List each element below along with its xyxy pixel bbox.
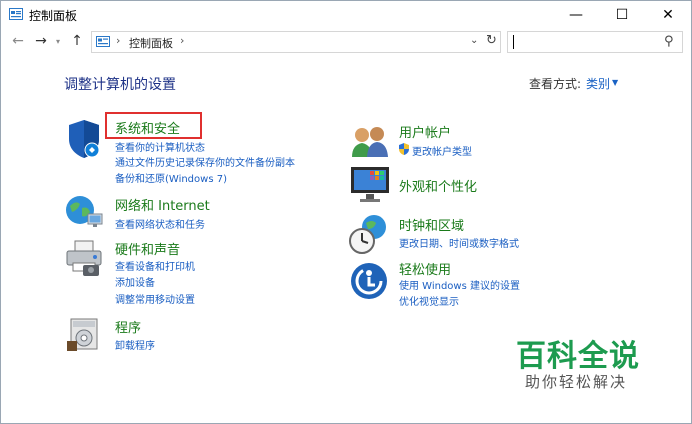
up-arrow-icon[interactable]: ↑ (68, 32, 86, 50)
category-title-appearance[interactable]: 外观和个性化 (399, 176, 477, 195)
control-panel-location-icon (96, 36, 110, 47)
forward-arrow-icon[interactable]: → (32, 32, 50, 50)
window-title: 控制面板 (29, 9, 78, 23)
link-add-device[interactable]: 添加设备 (115, 274, 155, 289)
category-title-clock-region[interactable]: 时钟和区域 (399, 215, 464, 234)
programs-icon[interactable] (67, 315, 103, 353)
view-by-label: 查看方式: (529, 77, 582, 91)
close-button[interactable]: ✕ (645, 1, 691, 29)
search-input[interactable]: ⚲ (507, 31, 683, 53)
breadcrumb-control-panel[interactable]: 控制面板 (129, 35, 173, 51)
minimize-button[interactable]: — (553, 1, 599, 29)
category-title-programs[interactable]: 程序 (115, 317, 141, 336)
search-icon[interactable]: ⚲ (664, 34, 674, 49)
refresh-icon[interactable]: ↻ (486, 33, 497, 48)
printer-icon[interactable] (65, 239, 105, 277)
category-title-hardware-sound[interactable]: 硬件和声音 (115, 239, 180, 258)
category-title-network-internet[interactable]: 网络和 Internet (115, 195, 210, 214)
view-by-dropdown[interactable]: 类别 (586, 75, 610, 92)
category-title-system-security[interactable]: 系统和安全 (115, 118, 180, 137)
maximize-button[interactable]: ☐ (599, 1, 645, 29)
back-arrow-icon[interactable]: ← (9, 32, 27, 50)
breadcrumb-separator[interactable]: › (116, 34, 120, 47)
page-title: 调整计算机的设置 (64, 77, 176, 93)
shield-icon[interactable] (65, 119, 103, 159)
link-file-history-backup[interactable]: 通过文件历史记录保存你的文件备份副本 (115, 154, 295, 169)
view-by-chevron-down-icon[interactable]: ▼ (612, 78, 618, 87)
uac-shield-icon (399, 143, 409, 155)
category-title-user-accounts[interactable]: 用户帐户 (399, 122, 451, 141)
link-change-account-type[interactable]: 更改帐户类型 (412, 143, 472, 158)
link-mobility-settings[interactable]: 调整常用移动设置 (115, 291, 195, 306)
link-devices-printers[interactable]: 查看设备和打印机 (115, 258, 195, 273)
link-view-network-status[interactable]: 查看网络状态和任务 (115, 216, 205, 231)
watermark-slogan: 助你轻松解决 (525, 373, 628, 391)
recent-locations-chevron-icon[interactable]: ▾ (53, 32, 63, 50)
network-globe-icon[interactable] (64, 194, 104, 230)
users-icon[interactable] (350, 125, 390, 159)
link-change-date-time-format[interactable]: 更改日期、时间或数字格式 (399, 235, 519, 250)
address-dropdown-icon[interactable]: ⌄ (470, 35, 478, 46)
clock-globe-icon[interactable] (348, 213, 390, 255)
link-backup-restore[interactable]: 备份和还原(Windows 7) (115, 170, 227, 185)
monitor-icon[interactable] (350, 166, 390, 204)
control-panel-app-icon (9, 8, 23, 20)
watermark-brand: 百科全说 (516, 339, 640, 374)
title-bar: 控制面板 — ☐ ✕ (1, 1, 691, 29)
link-optimize-visual-display[interactable]: 优化视觉显示 (399, 293, 459, 308)
control-panel-window: 控制面板 — ☐ ✕ ← → ▾ ↑ › 控制面板 › ⌄ ↻ ⚲ 调整计算机的 (0, 0, 692, 424)
breadcrumb-separator[interactable]: › (180, 34, 184, 47)
ease-of-access-icon[interactable] (349, 261, 389, 301)
text-caret (513, 35, 514, 49)
category-title-ease-of-access[interactable]: 轻松使用 (399, 259, 451, 278)
link-view-computer-status[interactable]: 查看你的计算机状态 (115, 139, 205, 154)
address-bar[interactable]: › 控制面板 › ⌄ ↻ (91, 31, 501, 53)
link-recommended-settings[interactable]: 使用 Windows 建议的设置 (399, 277, 520, 292)
navigation-bar: ← → ▾ ↑ › 控制面板 › ⌄ ↻ ⚲ (1, 29, 691, 55)
link-uninstall-program[interactable]: 卸载程序 (115, 337, 155, 352)
